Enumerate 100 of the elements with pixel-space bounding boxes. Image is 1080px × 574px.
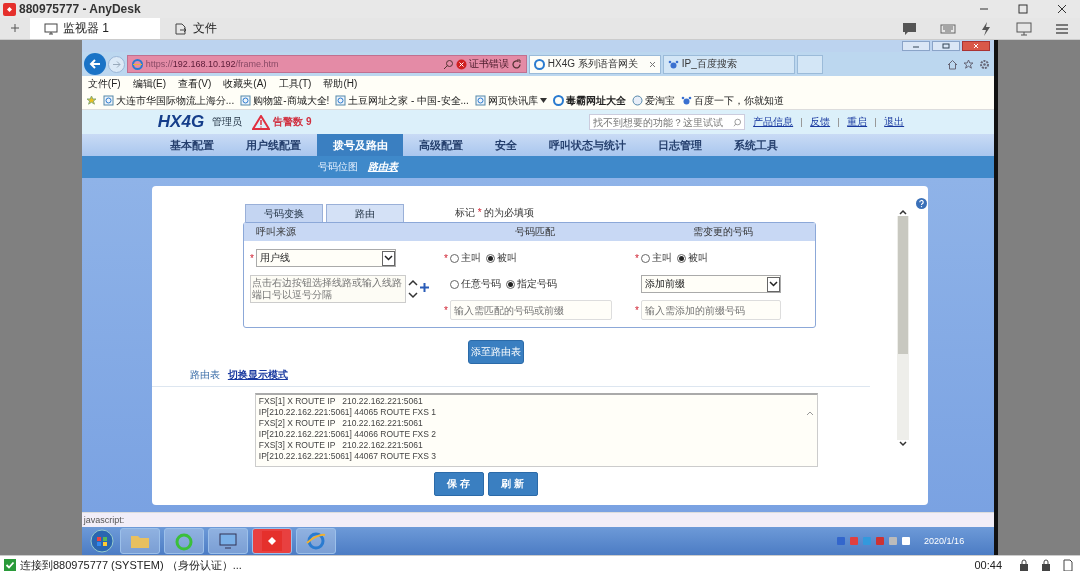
nav-tab[interactable]: 呼叫状态与统计 xyxy=(532,134,642,156)
menu-icon[interactable] xyxy=(1054,21,1070,36)
favorite-link[interactable]: 购物篮-商城大全! xyxy=(240,93,330,108)
taskbar-button[interactable] xyxy=(251,528,292,554)
tray-icon[interactable] xyxy=(901,536,912,546)
session-tab[interactable]: 文件 xyxy=(160,18,290,39)
scroll-down-icon[interactable] xyxy=(897,440,908,448)
toggle-view-link[interactable]: 切换显示模式 xyxy=(227,368,288,382)
match-number-field[interactable]: 输入需匹配的号码或前缀 xyxy=(449,300,612,320)
scrollbar-thumb[interactable] xyxy=(897,216,908,354)
form-tab[interactable]: 路由 xyxy=(325,204,404,222)
menu-item[interactable]: 帮助(H) xyxy=(323,77,358,91)
header-link[interactable]: 反馈 xyxy=(810,115,831,129)
browser-tab[interactable]: HX4G 系列语音网关 xyxy=(528,54,661,74)
file-transfer-icon xyxy=(174,22,188,35)
radio-option[interactable]: 被叫 xyxy=(676,251,708,265)
nav-tab[interactable]: 系统工具 xyxy=(717,134,794,156)
action-button[interactable]: 保 存 xyxy=(433,472,484,496)
search-field[interactable]: 找不到想要的功能？这里试试 xyxy=(589,114,746,130)
nav-tab[interactable]: 安全 xyxy=(478,134,533,156)
home-icon[interactable] xyxy=(947,58,959,70)
nav-tab[interactable]: 拨号及路由 xyxy=(316,134,403,156)
chevron-down-icon xyxy=(383,255,393,261)
warning-icon xyxy=(252,114,271,130)
monitor-icon[interactable] xyxy=(1016,21,1032,36)
lock-icon xyxy=(1040,559,1052,571)
settings-icon[interactable] xyxy=(979,58,991,70)
session-time: 00:44 xyxy=(974,559,1002,571)
favorite-link[interactable]: 百度一下，你就知道 xyxy=(680,93,784,108)
action-button[interactable]: 刷 新 xyxy=(487,472,538,496)
close-button[interactable] xyxy=(962,41,991,51)
minimize-button[interactable] xyxy=(902,41,931,51)
header-link[interactable]: 产品信息 xyxy=(753,115,794,129)
paw-icon xyxy=(680,95,692,106)
menu-item[interactable]: 工具(T) xyxy=(278,77,312,91)
star-icon[interactable] xyxy=(963,58,975,70)
nav-tab[interactable]: 日志管理 xyxy=(641,134,718,156)
menu-item[interactable]: 收藏夹(A) xyxy=(223,77,267,91)
certificate-error-text[interactable]: 证书错误 xyxy=(468,57,509,71)
forward-button[interactable] xyxy=(107,55,125,73)
taskbar-button[interactable] xyxy=(207,528,248,554)
favorite-link[interactable]: 土豆网址之家 - 中国-安全... xyxy=(335,93,469,108)
url-text: https://192.168.10.192/frame.htm xyxy=(145,59,279,69)
help-icon[interactable] xyxy=(915,198,927,209)
ports-field[interactable]: 点击右边按钮选择线路或输入线路端口号以逗号分隔 xyxy=(249,275,406,303)
radio-option[interactable]: 任意号码 xyxy=(449,277,501,291)
favorite-link[interactable]: 爱淘宝 xyxy=(631,93,675,108)
menu-item[interactable]: 查看(V) xyxy=(177,77,212,91)
back-button[interactable] xyxy=(83,53,106,75)
favorite-link[interactable]: 毒霸网址大全 xyxy=(552,93,626,108)
route-entry: FXS[2] X ROUTE IP 210.22.162.221:5061 xyxy=(258,418,424,429)
favorites-star-icon[interactable] xyxy=(85,95,97,106)
nav-tab[interactable]: 高级配置 xyxy=(402,134,479,156)
header-link[interactable]: 重启 xyxy=(847,115,868,129)
radio-option[interactable]: 主叫 xyxy=(640,251,672,265)
nav-tab[interactable]: 用户线配置 xyxy=(229,134,317,156)
radio-option[interactable]: 指定号码 xyxy=(505,277,557,291)
column-header: 需变更的号码 xyxy=(630,223,815,241)
menu-item[interactable]: 编辑(E) xyxy=(132,77,166,91)
source-select[interactable]: 用户线 xyxy=(255,249,396,267)
monitor-icon xyxy=(44,22,58,35)
add-to-route-table-button[interactable]: 添至路由表 xyxy=(467,340,524,364)
prefix-field[interactable]: 输入需添加的前缀号码 xyxy=(640,300,781,320)
subnav-link[interactable]: 号码位图 xyxy=(317,160,358,174)
close-icon xyxy=(648,60,656,68)
taskbar-button[interactable] xyxy=(119,528,160,554)
section-title: 路由表 xyxy=(189,368,220,382)
paw-icon xyxy=(667,58,679,70)
subnav-link[interactable]: 路由表 xyxy=(367,160,398,174)
tray-icon[interactable] xyxy=(888,536,899,546)
add-icon[interactable] xyxy=(419,282,429,292)
session-tab[interactable]: 监视器 1 xyxy=(30,18,160,39)
browser-tab[interactable]: IP_百度搜索 xyxy=(662,54,795,74)
required-mark: * xyxy=(633,304,639,316)
forward-arrow-icon xyxy=(111,59,121,69)
favorite-link[interactable]: 大连市华国际物流上海分... xyxy=(102,93,235,108)
browser-status-text: javascript: xyxy=(81,512,995,527)
alarm-count[interactable]: 告警数 9 xyxy=(273,115,312,129)
required-mark: * xyxy=(633,252,639,264)
spinner-arrows-icon[interactable] xyxy=(407,277,418,301)
scroll-up-icon[interactable] xyxy=(897,208,908,216)
app-logo-icon xyxy=(3,2,16,16)
favorite-link[interactable]: 网页快讯库 xyxy=(474,93,547,108)
start-button[interactable] xyxy=(87,528,116,554)
nav-tab[interactable]: 基本配置 xyxy=(153,134,230,156)
route-table-field[interactable] xyxy=(254,393,818,467)
form-tab[interactable]: 号码变换 xyxy=(244,204,323,222)
refresh-icon[interactable] xyxy=(510,58,522,70)
taskbar-button[interactable] xyxy=(295,528,336,554)
menu-item[interactable]: 文件(F) xyxy=(87,77,121,91)
chat-icon[interactable] xyxy=(902,21,918,36)
route-entry: IP[210.22.162.221:5061] 44067 ROUTE FXS 3 xyxy=(258,451,438,462)
search-icon[interactable] xyxy=(442,58,454,70)
keyboard-icon[interactable] xyxy=(940,21,956,36)
radio-option[interactable]: 主叫 xyxy=(449,251,481,265)
radio-option[interactable]: 被叫 xyxy=(485,251,517,265)
header-link[interactable]: 退出 xyxy=(884,115,905,129)
address-bar[interactable]: https://192.168.10.192/frame.htm 证书错误 xyxy=(126,55,527,73)
action-select[interactable]: 添加前缀 xyxy=(640,275,781,293)
chevron-down-icon xyxy=(768,281,778,287)
